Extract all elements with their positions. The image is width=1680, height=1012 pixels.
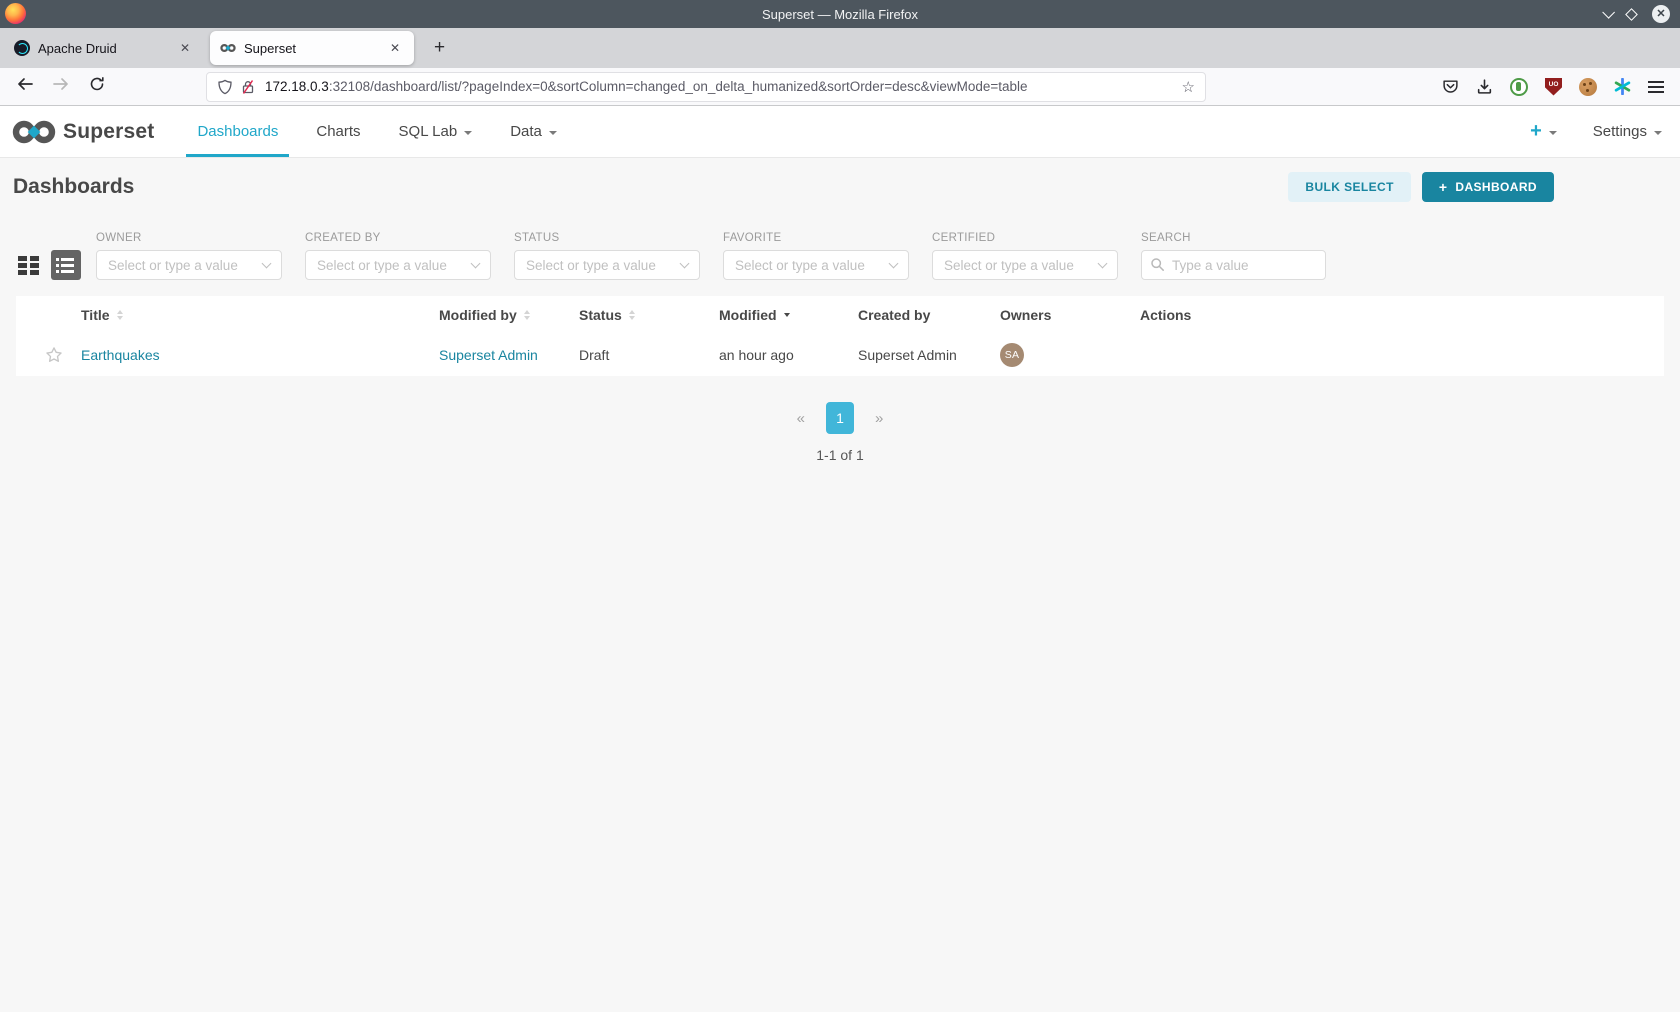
modified-value: an hour ago	[719, 347, 794, 363]
column-header-title[interactable]: Title	[81, 307, 439, 323]
filter-label-owner: OWNER	[96, 232, 142, 244]
tab-label: Superset	[244, 40, 297, 56]
nav-sql-lab[interactable]: SQL Lab	[380, 106, 492, 157]
table-row: Earthquakes Superset Admin Draft an hour…	[16, 334, 1664, 376]
column-header-modified-by[interactable]: Modified by	[439, 307, 579, 323]
window-close-icon[interactable]: ✕	[1652, 5, 1670, 23]
nav-charts[interactable]: Charts	[297, 106, 379, 157]
owner-select[interactable]	[96, 250, 282, 280]
bulk-select-button[interactable]: BULK SELECT	[1288, 172, 1411, 202]
sort-icon	[628, 310, 635, 320]
card-view-icon[interactable]	[18, 255, 39, 275]
sort-icon	[523, 310, 530, 320]
nav-data[interactable]: Data	[491, 106, 576, 157]
chevron-down-icon	[548, 130, 557, 135]
tab-close-icon[interactable]: ✕	[176, 39, 194, 57]
browser-toolbar: 172.18.0.3:32108/dashboard/list/?pageInd…	[0, 68, 1680, 106]
pocket-icon[interactable]	[1442, 78, 1459, 95]
cookie-extension-icon[interactable]	[1579, 77, 1597, 96]
tab-superset[interactable]: Superset ✕	[210, 31, 414, 65]
filter-label-created-by: CREATED BY	[305, 232, 381, 244]
tab-close-icon[interactable]: ✕	[386, 39, 404, 57]
created-by-select[interactable]	[305, 250, 491, 280]
pagination-summary: 1-1 of 1	[816, 447, 864, 463]
tab-label: Apache Druid	[38, 40, 117, 56]
dashboards-table: Title Modified by Status Modified Create…	[16, 296, 1664, 376]
forward-icon[interactable]	[50, 76, 72, 97]
apache-druid-favicon	[14, 40, 30, 56]
firefox-logo-icon	[5, 3, 26, 24]
status-select[interactable]	[514, 250, 700, 280]
column-header-modified[interactable]: Modified	[719, 307, 858, 323]
url-bar[interactable]: 172.18.0.3:32108/dashboard/list/?pageInd…	[206, 71, 1206, 102]
bookmark-star-icon[interactable]: ☆	[1182, 78, 1195, 96]
pagination-next-button[interactable]: »	[869, 406, 889, 431]
dashboard-title-link[interactable]: Earthquakes	[81, 347, 160, 363]
settings-menu[interactable]: Settings	[1593, 123, 1662, 140]
filter-label-status: STATUS	[514, 232, 560, 244]
filter-bar: OWNER CREATED BY STATUS FAVORITE CERTIFI…	[18, 232, 1664, 280]
certified-select[interactable]	[932, 250, 1118, 280]
ublock-origin-icon[interactable]: UO	[1545, 77, 1562, 96]
sort-desc-icon	[783, 313, 790, 317]
downloads-icon[interactable]	[1476, 78, 1493, 95]
filter-label-certified: CERTIFIED	[932, 232, 996, 244]
colorful-asterisk-icon[interactable]	[1614, 78, 1631, 95]
superset-navbar: Superset Dashboards Charts SQL Lab Data …	[0, 106, 1680, 158]
modified-by-link[interactable]: Superset Admin	[439, 347, 538, 363]
sort-icon	[116, 310, 123, 320]
tracking-shield-icon[interactable]	[217, 79, 233, 95]
new-dashboard-button[interactable]: + DASHBOARD	[1421, 172, 1554, 202]
privacy-badger-icon[interactable]	[1510, 77, 1528, 96]
new-tab-button[interactable]: +	[426, 37, 453, 59]
page-title: Dashboards	[13, 175, 135, 198]
window-title: Superset — Mozilla Firefox	[761, 6, 919, 22]
chevron-down-icon	[464, 130, 473, 135]
favorite-select[interactable]	[723, 250, 909, 280]
menu-hamburger-icon[interactable]	[1648, 80, 1664, 93]
list-view-icon[interactable]	[51, 250, 81, 280]
url-host: 172.18.0.3	[265, 79, 329, 94]
chevron-down-icon	[1548, 130, 1557, 135]
favorite-star-icon[interactable]	[45, 346, 63, 364]
filter-label-search: SEARCH	[1141, 232, 1191, 244]
url-path: :32108/dashboard/list/?pageIndex=0&sortC…	[328, 79, 1028, 94]
column-header-actions: Actions	[1140, 307, 1192, 323]
tab-bar: Apache Druid ✕ Superset ✕ +	[0, 28, 1680, 68]
chevron-down-icon	[1654, 130, 1662, 135]
main-nav: Dashboards Charts SQL Lab Data	[178, 106, 575, 157]
window-maximize-icon[interactable]	[1625, 7, 1638, 21]
plus-icon: +	[1438, 179, 1448, 195]
column-header-status[interactable]: Status	[579, 307, 719, 323]
add-new-menu[interactable]: +	[1530, 120, 1557, 143]
insecure-lock-icon[interactable]	[240, 79, 256, 95]
superset-favicon	[220, 43, 236, 53]
back-icon[interactable]	[14, 76, 36, 97]
window-titlebar: Superset — Mozilla Firefox ✕	[0, 0, 1680, 28]
search-input[interactable]	[1141, 250, 1326, 280]
created-by-value: Superset Admin	[858, 347, 957, 363]
nav-dashboards[interactable]: Dashboards	[178, 106, 297, 157]
pagination: « 1 »	[0, 402, 1680, 434]
tab-apache-druid[interactable]: Apache Druid ✕	[4, 31, 204, 65]
window-minimize-icon[interactable]	[1602, 5, 1615, 19]
reload-icon[interactable]	[86, 76, 108, 97]
pagination-prev-button[interactable]: «	[791, 406, 811, 431]
url-text: 172.18.0.3:32108/dashboard/list/?pageInd…	[265, 79, 1182, 94]
owner-avatar: SA	[1000, 343, 1024, 367]
superset-logo-icon	[12, 120, 56, 143]
brand-name: Superset	[63, 119, 155, 143]
column-header-created-by: Created by	[858, 307, 931, 323]
pagination-page-1[interactable]: 1	[826, 402, 854, 434]
filter-label-favorite: FAVORITE	[723, 232, 782, 244]
status-value: Draft	[579, 347, 610, 363]
column-header-owners: Owners	[1000, 307, 1052, 323]
superset-brand[interactable]: Superset	[12, 120, 154, 144]
